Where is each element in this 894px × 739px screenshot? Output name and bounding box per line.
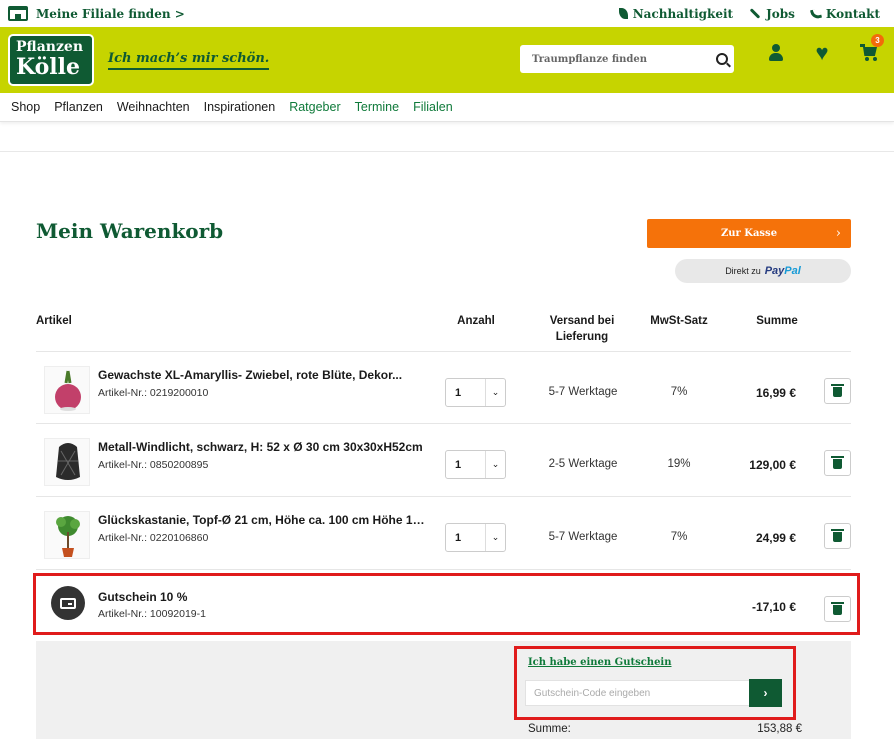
nav-item-ratgeber[interactable]: Ratgeber [289, 100, 340, 114]
search-icon[interactable] [716, 53, 728, 65]
store-finder-label: Meine Filiale finden > [36, 6, 185, 21]
page-title: Mein Warenkorb [36, 219, 224, 243]
shipping-time: 2-5 Werktage [548, 458, 618, 470]
paypal-prefix: Direkt zu [725, 266, 761, 276]
col-quantity: Anzahl [457, 315, 495, 327]
highlight-box-voucher [33, 573, 860, 635]
product-image[interactable] [44, 366, 90, 414]
vat-rate: 7% [670, 386, 688, 398]
cart-row: Metall-Windlicht, schwarz, H: 52 x Ø 30 … [36, 423, 851, 495]
product-number: Artikel-Nr.: 0850200895 [98, 459, 209, 471]
cart-row: Glückskastanie, Topf-Ø 21 cm, Höhe ca. 1… [36, 496, 851, 568]
coupon-code-input[interactable] [525, 680, 750, 706]
quantity-select[interactable]: 1 ⌄ [445, 378, 506, 407]
search-box [520, 45, 734, 73]
divider [0, 151, 894, 152]
main-header: Pflanzen Kölle Ich mach’s mir schön. ♥ 3 [0, 27, 894, 93]
vat-rate: 19% [667, 458, 691, 470]
jobs-label: Jobs [766, 6, 795, 21]
checkout-button[interactable]: Zur Kasse › [647, 219, 851, 248]
product-number: Artikel-Nr.: 0219200010 [98, 387, 209, 399]
col-sum: Summe [756, 315, 798, 327]
nav-item-termine[interactable]: Termine [355, 100, 399, 114]
trash-icon [831, 384, 844, 397]
main-nav: Shop Pflanzen Weihnachten Inspirationen … [0, 93, 894, 122]
store-finder-link[interactable]: Meine Filiale finden > [8, 6, 185, 21]
jobs-link[interactable]: Jobs [749, 7, 795, 21]
logo[interactable]: Pflanzen Kölle [8, 34, 94, 86]
chevron-down-icon: ⌄ [485, 379, 505, 406]
coupon-link[interactable]: Ich habe einen Gutschein [528, 657, 672, 668]
product-name[interactable]: Glückskastanie, Topf-Ø 21 cm, Höhe ca. 1… [98, 513, 428, 527]
trash-icon [831, 529, 844, 542]
cart-icon[interactable]: 3 [860, 34, 884, 62]
col-article: Artikel [36, 315, 72, 327]
nav-item-pflanzen[interactable]: Pflanzen [54, 100, 103, 114]
product-number: Artikel-Nr.: 0220106860 [98, 532, 209, 544]
nav-item-inspirationen[interactable]: Inspirationen [204, 100, 276, 114]
slogan: Ich mach’s mir schön. [108, 51, 270, 70]
product-image[interactable] [44, 438, 90, 486]
row-sum: 24,99 € [755, 531, 796, 545]
checkout-label: Zur Kasse [720, 228, 778, 239]
quantity-select[interactable]: 1 ⌄ [445, 523, 506, 552]
phone-icon [809, 7, 823, 20]
logo-line1: Pflanzen [16, 39, 83, 55]
quantity-select[interactable]: 1 ⌄ [445, 450, 506, 479]
quantity-value: 1 [455, 458, 462, 471]
contact-link[interactable]: Kontakt [809, 6, 880, 21]
vat-rate: 7% [670, 531, 688, 543]
chevron-right-icon: › [835, 226, 841, 241]
leaf-icon [618, 8, 628, 19]
cart-count-badge: 3 [871, 34, 884, 47]
sustainability-label: Nachhaltigkeit [632, 6, 734, 21]
delete-button[interactable] [824, 450, 851, 476]
cart-row: Gewachste XL-Amaryllis- Zwiebel, rote Bl… [36, 351, 851, 423]
product-name[interactable]: Gewachste XL-Amaryllis- Zwiebel, rote Bl… [98, 368, 428, 382]
search-input[interactable] [532, 53, 716, 65]
paypal-logo: PayPal [764, 265, 801, 277]
sustainability-link[interactable]: Nachhaltigkeit [618, 6, 734, 21]
coupon-submit-button[interactable]: › [749, 679, 782, 707]
shipping-time: 5-7 Werktage [548, 386, 618, 398]
nav-item-shop[interactable]: Shop [11, 100, 40, 114]
quantity-value: 1 [455, 386, 462, 399]
row-sum: 129,00 € [749, 458, 796, 472]
total-label: Summe: [528, 723, 571, 735]
paypal-button[interactable]: Direkt zu PayPal [675, 259, 851, 283]
quantity-value: 1 [455, 531, 462, 544]
top-bar: Meine Filiale finden > Nachhaltigkeit Jo… [0, 0, 894, 27]
delete-button[interactable] [824, 523, 851, 549]
product-image[interactable] [44, 511, 90, 559]
nav-item-filialen[interactable]: Filialen [413, 100, 453, 114]
trash-icon [831, 456, 844, 469]
col-shipping: Versand bei Lieferung [549, 315, 615, 343]
chevron-down-icon: ⌄ [485, 451, 505, 478]
shipping-time: 5-7 Werktage [548, 531, 618, 543]
contact-label: Kontakt [825, 6, 880, 21]
logo-line2: Kölle [16, 54, 81, 80]
col-vat: MwSt-Satz [650, 315, 708, 327]
store-icon [8, 6, 28, 21]
chevron-down-icon: ⌄ [485, 524, 505, 551]
nav-item-weihnachten[interactable]: Weihnachten [117, 100, 190, 114]
row-sum: 16,99 € [755, 386, 796, 400]
delete-button[interactable] [824, 378, 851, 404]
product-name[interactable]: Metall-Windlicht, schwarz, H: 52 x Ø 30 … [98, 440, 428, 454]
total-value: 153,88 € [757, 723, 802, 735]
account-icon[interactable] [768, 44, 784, 62]
wishlist-icon[interactable]: ♥ [812, 42, 832, 64]
shovel-icon [749, 8, 761, 19]
